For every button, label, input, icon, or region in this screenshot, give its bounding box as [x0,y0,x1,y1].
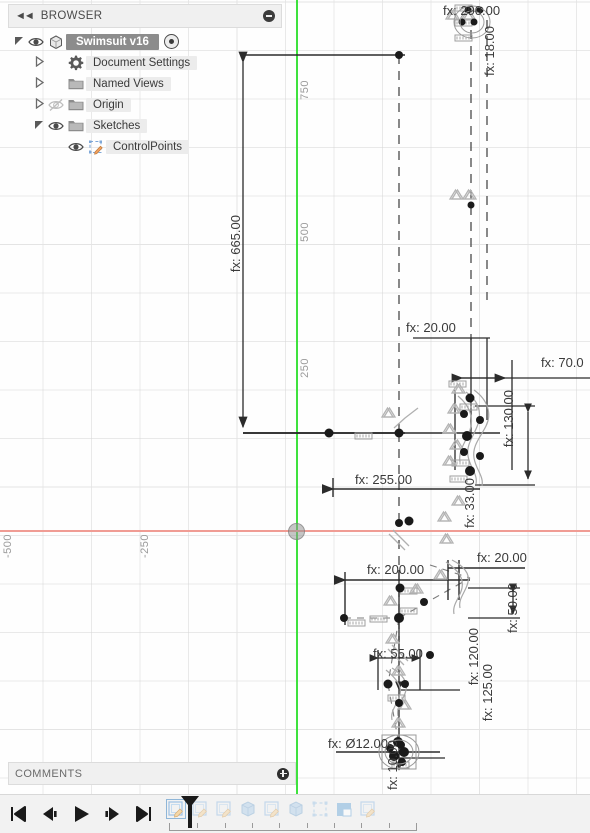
timeline-playhead-icon[interactable] [179,795,201,829]
timeline-bar[interactable] [0,794,590,833]
folder-icon [66,76,86,92]
browser-item-swimsuit-v16[interactable]: Swimsuit v16 [8,31,282,52]
dimension-d-70[interactable]: fx: 70.0 [541,355,584,370]
timeline-track[interactable] [166,795,590,833]
dimension-d-125[interactable]: fx: 125.00 [480,664,495,721]
collapse-left-icon[interactable]: ◄◄ [15,10,35,22]
constr-feature-icon [312,801,328,817]
ruler-tick [279,823,281,828]
timeline-navigation[interactable] [0,805,153,823]
ruler-tick [334,823,335,828]
visibility-eye-icon[interactable] [66,140,86,154]
dimension-d-290[interactable]: fx: 290.00 [443,3,500,18]
sketch-feature-icon [360,801,375,818]
browser-title: BROWSER [40,10,103,22]
visibility-eye-off-icon[interactable] [46,98,66,112]
dimension-d-665[interactable]: fx: 665.00 [228,215,243,272]
dimension-d-20a[interactable]: fx: 20.00 [406,320,456,335]
body-feature-icon [241,801,255,817]
browser-item-sketches[interactable]: Sketches [8,115,282,136]
component-icon [46,34,66,50]
play-icon[interactable] [72,805,91,823]
dimension-d-200[interactable]: fx: 200.00 [367,562,424,577]
dimension-d-255[interactable]: fx: 255.00 [355,472,412,487]
timeline-ruler [169,823,417,831]
dimension-d-20b[interactable]: fx: 20.00 [477,550,527,565]
visibility-eye-icon[interactable] [46,119,66,133]
browser-item-label: Origin [86,97,131,112]
browser-item-named-views[interactable]: Named Views [8,73,282,94]
feature-body-2[interactable] [287,800,305,818]
ruler-tick [252,823,253,828]
expand-arrow-open-icon[interactable] [32,119,46,133]
ruler-tick [224,823,226,828]
feature-sketch-5[interactable] [359,800,377,818]
gear-icon [66,55,86,71]
folder-icon [66,97,86,113]
expand-arrow-closed-icon[interactable] [32,76,46,91]
browser-item-label: Sketches [86,118,148,133]
expand-arrow-closed-icon[interactable] [32,55,46,70]
ruler-tick [306,823,308,828]
browser-item-label: ControlPoints [106,139,190,154]
browser-tree[interactable]: Swimsuit v16 Document Settings Named Views… [8,28,282,157]
expand-arrow-closed-icon[interactable] [32,97,46,112]
browser-item-label: Swimsuit v16 [66,33,159,50]
dimension-d-18v[interactable]: fx: 18.00 [482,26,497,76]
feature-body-1[interactable] [239,800,257,818]
feature-sketch-3[interactable] [215,800,233,818]
sketch-feature-icon [216,801,231,818]
browser-item-controlpoints[interactable]: ControlPoints [8,136,282,157]
feature-patch[interactable] [335,800,353,818]
dimension-d-10[interactable]: fx: 10.00 [385,740,400,790]
ruler-tick [388,823,390,828]
browser-panel: ◄◄ BROWSER Swimsuit v16 Document Settings… [8,4,282,157]
dimension-d-50[interactable]: fx: 50.00 [505,583,520,633]
sketch-icon [86,139,106,155]
minimize-icon[interactable] [263,10,275,22]
browser-item-label: Named Views [86,76,171,91]
go-to-beginning-icon[interactable] [10,805,29,823]
folder-icon [66,118,86,134]
browser-header[interactable]: ◄◄ BROWSER [8,4,282,28]
comments-panel[interactable]: COMMENTS [8,762,296,785]
add-comment-icon[interactable] [277,767,289,780]
go-to-end-icon[interactable] [134,805,153,823]
activate-component-radio[interactable] [163,34,179,49]
dimension-d-55[interactable]: fx: 55.00 [373,646,423,661]
fusion-window: 750 500 250 -500 -250 fx: 665.00 fx: 290… [0,0,590,833]
dimension-d-dia[interactable]: fx: Ø12.00 [328,736,388,751]
sketch-feature-icon [264,801,279,818]
expand-arrow-open-icon[interactable] [12,35,26,49]
dimension-d-33[interactable]: fx: 33.00 [462,478,477,528]
feature-sketch-4[interactable] [263,800,281,818]
browser-item-origin[interactable]: Origin [8,94,282,115]
step-back-icon[interactable] [41,805,60,823]
patch-feature-icon [337,803,352,817]
browser-item-document-settings[interactable]: Document Settings [8,52,282,73]
ruler-tick [361,823,363,828]
dimension-d-120[interactable]: fx: 120.00 [466,628,481,685]
browser-item-label: Document Settings [86,55,198,70]
comments-title: COMMENTS [15,767,83,780]
visibility-eye-icon[interactable] [26,35,46,49]
body-feature-icon [289,801,303,817]
feature-construction[interactable] [311,800,329,818]
step-forward-icon[interactable] [103,805,122,823]
dimension-d-130[interactable]: fx: 130.00 [501,390,516,447]
